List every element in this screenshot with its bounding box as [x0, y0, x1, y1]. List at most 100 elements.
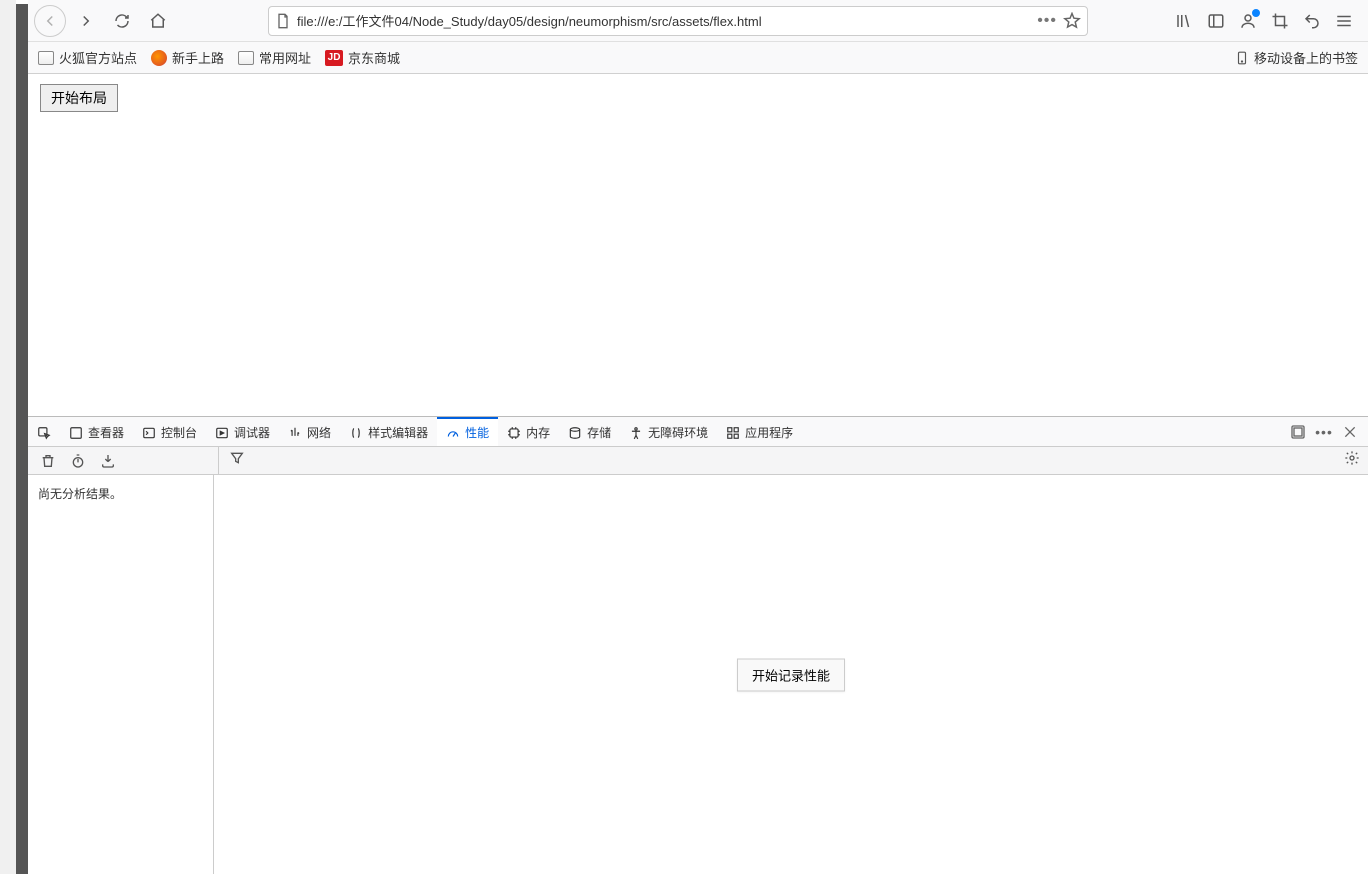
library-icon	[1175, 12, 1193, 30]
tab-styleeditor[interactable]: 样式编辑器	[340, 417, 437, 446]
debugger-icon	[215, 426, 229, 440]
storage-icon	[568, 426, 582, 440]
bookmark-label: 常用网址	[259, 48, 311, 67]
tab-label: 内存	[526, 424, 550, 441]
file-icon	[275, 13, 291, 29]
more-icon: •••	[1315, 424, 1333, 440]
page-content: 开始布局	[28, 74, 1368, 416]
devtools-panel: 查看器 控制台 调试器 网络 样式编辑器 性能	[28, 416, 1368, 874]
tab-label: 调试器	[234, 424, 270, 441]
import-icon[interactable]	[100, 453, 116, 469]
bookmark-item[interactable]: 新手上路	[151, 48, 224, 67]
devtools-tabs: 查看器 控制台 调试器 网络 样式编辑器 性能	[28, 417, 1368, 447]
address-bar[interactable]: file:///e:/工作文件04/Node_Study/day05/desig…	[268, 6, 1088, 36]
page-actions-icon[interactable]: •••	[1037, 12, 1057, 30]
tab-label: 存储	[587, 424, 611, 441]
library-button[interactable]	[1174, 11, 1194, 31]
sidebar-button[interactable]	[1206, 11, 1226, 31]
dock-icon	[1290, 424, 1306, 440]
application-icon	[726, 426, 740, 440]
tab-label: 样式编辑器	[368, 424, 428, 441]
performance-toolbar-right	[1344, 450, 1368, 471]
screenshot-button[interactable]	[1270, 11, 1290, 31]
accessibility-icon	[629, 426, 643, 440]
folder-icon	[238, 51, 254, 65]
dock-button[interactable]	[1290, 424, 1306, 440]
jd-icon: JD	[325, 50, 343, 66]
gear-icon[interactable]	[1344, 450, 1360, 466]
tab-storage[interactable]: 存储	[559, 417, 620, 446]
bookmark-item[interactable]: 火狐官方站点	[38, 48, 137, 67]
url-text: file:///e:/工作文件04/Node_Study/day05/desig…	[297, 11, 1031, 30]
notification-dot	[1252, 9, 1260, 17]
picker-icon	[37, 426, 51, 440]
firefox-icon	[151, 50, 167, 66]
tab-accessibility[interactable]: 无障碍环境	[620, 417, 717, 446]
undo-icon	[1303, 12, 1321, 30]
back-button[interactable]	[34, 5, 66, 37]
tab-application[interactable]: 应用程序	[717, 417, 802, 446]
browser-toolbar: file:///e:/工作文件04/Node_Study/day05/desig…	[28, 0, 1368, 42]
performance-toolbar	[28, 447, 1368, 475]
performance-sidebar: 尚无分析结果。	[28, 475, 214, 874]
tab-network[interactable]: 网络	[279, 417, 340, 446]
reload-button[interactable]	[106, 5, 138, 37]
folder-icon	[38, 51, 54, 65]
bookmark-item[interactable]: JD 京东商城	[325, 48, 400, 67]
network-icon	[288, 426, 302, 440]
bookmark-label: 京东商城	[348, 48, 400, 67]
sidebar-icon	[1207, 12, 1225, 30]
tab-label: 无障碍环境	[648, 424, 708, 441]
window-scrollbar-track	[0, 0, 16, 874]
window-scrollbar-thumb[interactable]	[16, 4, 28, 874]
start-recording-button[interactable]: 开始记录性能	[737, 658, 845, 691]
more-button[interactable]: •••	[1316, 424, 1332, 440]
performance-toolbar-left	[28, 453, 128, 469]
mobile-icon	[1235, 50, 1249, 66]
tab-console[interactable]: 控制台	[133, 417, 206, 446]
mobile-bookmarks[interactable]: 移动设备上的书签	[1235, 48, 1358, 67]
trash-icon[interactable]	[40, 453, 56, 469]
undo-button[interactable]	[1302, 11, 1322, 31]
performance-main: 开始记录性能	[214, 475, 1368, 874]
account-button[interactable]	[1238, 11, 1258, 31]
tab-memory[interactable]: 内存	[498, 417, 559, 446]
toolbar-right	[1174, 11, 1362, 31]
tab-inspector[interactable]: 查看器	[60, 417, 133, 446]
tab-label: 网络	[307, 424, 331, 441]
styleeditor-icon	[349, 426, 363, 440]
performance-body: 尚无分析结果。 开始记录性能	[28, 475, 1368, 874]
arrow-left-icon	[41, 12, 59, 30]
home-icon	[149, 12, 167, 30]
start-layout-button[interactable]: 开始布局	[40, 84, 118, 112]
bookmark-item[interactable]: 常用网址	[238, 48, 311, 67]
menu-button[interactable]	[1334, 11, 1354, 31]
hamburger-icon	[1335, 12, 1353, 30]
browser-window: file:///e:/工作文件04/Node_Study/day05/desig…	[28, 0, 1368, 874]
mobile-bookmarks-label: 移动设备上的书签	[1254, 48, 1358, 67]
tab-label: 性能	[465, 424, 489, 441]
star-icon[interactable]	[1063, 12, 1081, 30]
home-button[interactable]	[142, 5, 174, 37]
arrow-right-icon	[77, 12, 95, 30]
tab-label: 查看器	[88, 424, 124, 441]
crop-icon	[1271, 12, 1289, 30]
tab-debugger[interactable]: 调试器	[206, 417, 279, 446]
tab-label: 应用程序	[745, 424, 793, 441]
inspector-icon	[69, 426, 83, 440]
element-picker-button[interactable]	[28, 417, 60, 446]
tab-label: 控制台	[161, 424, 197, 441]
filter-zone	[219, 450, 255, 471]
devtools-tabs-right: •••	[1290, 417, 1368, 446]
forward-button[interactable]	[70, 5, 102, 37]
close-devtools-button[interactable]	[1342, 424, 1358, 440]
bookmark-label: 火狐官方站点	[59, 48, 137, 67]
filter-icon[interactable]	[229, 450, 245, 466]
bookmark-label: 新手上路	[172, 48, 224, 67]
reload-icon	[113, 12, 131, 30]
memory-icon	[507, 426, 521, 440]
stopwatch-icon[interactable]	[70, 453, 86, 469]
performance-icon	[446, 426, 460, 440]
tab-performance[interactable]: 性能	[437, 417, 498, 446]
console-icon	[142, 426, 156, 440]
